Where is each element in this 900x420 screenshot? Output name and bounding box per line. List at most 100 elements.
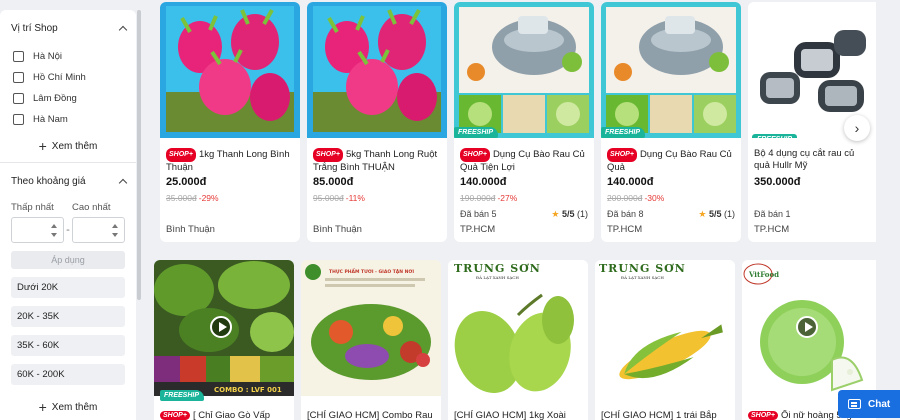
brand-tagline: ĐÀ LẠT XANH SẠCH <box>475 275 519 280</box>
sidebar-scrollbar[interactable] <box>137 10 141 300</box>
location-option-label: Hà Nội <box>33 51 63 62</box>
chevron-up-icon[interactable] <box>118 178 128 187</box>
shop-plus-badge: SHOP+ <box>607 148 637 162</box>
shop-plus-badge: SHOP+ <box>160 411 190 420</box>
product-image[interactable]: VitFood <box>742 260 876 396</box>
product-image[interactable]: TRUNG SƠN ĐÀ LẠT XANH SẠCH <box>595 260 735 396</box>
product-title[interactable]: SHOP+ Dụng Cụ Bào Rau Củ Quả <box>607 148 735 172</box>
brand-name: TRUNG SƠN <box>599 262 686 275</box>
product-image[interactable] <box>160 2 300 138</box>
location-more-button[interactable]: + Xem thêm <box>0 130 136 162</box>
product-old-price: 200.000đ -30% <box>607 193 664 203</box>
product-location: TP.HCM <box>754 224 790 235</box>
original-price: 95.000đ <box>313 193 344 203</box>
original-price: 190.000đ <box>460 193 496 203</box>
location-filter-header[interactable]: Vị trí Shop <box>0 10 136 46</box>
carousel-next-button[interactable]: › <box>844 115 870 141</box>
product-card[interactable]: FREESHIP SHOP+ Dụng Cụ Bào Rau Củ Quả 140… <box>601 2 741 242</box>
product-image[interactable]: COMBO : LVF 001 <box>154 260 294 396</box>
location-option-label: Lâm Đồng <box>33 93 77 104</box>
location-option-label: Hà Nam <box>33 114 68 125</box>
location-more-label: Xem thêm <box>51 140 98 152</box>
price-range-chip[interactable]: 60K - 200K <box>11 364 125 385</box>
shop-plus-badge: SHOP+ <box>313 148 343 162</box>
rating-value: 5/5 <box>708 209 722 219</box>
plus-icon: + <box>38 399 47 415</box>
brand-tagline: ĐÀ LẠT XANH SẠCH <box>620 275 664 280</box>
product-location: Bình Thuận <box>313 224 362 235</box>
product-title[interactable]: SHOP+ 5kg Thanh Long Ruột Trắng Bình THUẬ… <box>313 148 441 172</box>
product-image[interactable] <box>307 2 447 138</box>
play-video-icon[interactable] <box>796 316 818 338</box>
play-video-icon[interactable] <box>210 316 232 338</box>
brand-logo: TRUNG SƠN ĐÀ LẠT XANH SẠCH <box>599 262 686 280</box>
product-old-price: 35.000đ -29% <box>166 193 219 203</box>
product-rating: ★ 5/5 (1) <box>698 209 735 220</box>
location-option-lam-dong[interactable]: Lâm Đồng <box>0 88 136 109</box>
product-image[interactable]: FREESHIP <box>454 2 594 138</box>
product-image[interactable]: TRUNG SƠN ĐÀ LẠT XANH SẠCH <box>448 260 588 396</box>
price-range-chip[interactable]: 20K - 35K <box>11 306 125 327</box>
product-card[interactable]: COMBO : LVF 001 FREESHIP SHOP+[ Chỉ Giao… <box>154 260 294 420</box>
original-price: 35.000đ <box>166 193 197 203</box>
product-title[interactable]: Bộ 4 dụng cụ cắt rau củ quả Hullr Mỹ <box>754 148 870 172</box>
product-old-price: 95.000đ -11% <box>313 193 365 203</box>
price-more-button[interactable]: + Xem thêm <box>0 391 136 420</box>
product-title[interactable]: SHOP+[ Chỉ Giao Gò Vấp <box>160 410 290 420</box>
location-option-ha-nam[interactable]: Hà Nam <box>0 109 136 130</box>
price-range-inputs: - <box>0 217 136 243</box>
product-card[interactable]: TRUNG SƠN ĐÀ LẠT XANH SẠCH [CHỈ GIAO HCM]… <box>595 260 735 420</box>
price-range-chip[interactable]: Dưới 20K <box>11 277 125 298</box>
shop-plus-badge: SHOP+ <box>166 148 196 162</box>
checkbox[interactable] <box>13 93 24 104</box>
location-option-ha-noi[interactable]: Hà Nội <box>0 46 136 67</box>
product-image[interactable]: THỰC PHẨM TƯƠI - GIAO TẬN NƠI <box>301 260 441 396</box>
price-range-chip[interactable]: 35K - 60K <box>11 335 125 356</box>
shop-plus-badge: SHOP+ <box>748 411 778 420</box>
sold-count: Đã bán 5 <box>460 209 497 219</box>
checkbox[interactable] <box>13 72 24 83</box>
product-card[interactable]: TRUNG SƠN ĐÀ LẠT XANH SẠCH [CHỈ GIAO HCM]… <box>448 260 588 420</box>
spinner-icon[interactable] <box>112 224 118 237</box>
original-price: 200.000đ <box>607 193 643 203</box>
product-title[interactable]: [CHỈ GIAO HCM] Combo Rau <box>307 410 437 420</box>
product-card[interactable]: FREESHIP SHOP+ Dụng Cụ Bào Rau Củ Quả Tiệ… <box>454 2 594 242</box>
product-title[interactable]: SHOP+ 1kg Thanh Long Bình Thuận <box>166 148 294 172</box>
product-rating: ★ 5/5 (1) <box>551 209 588 220</box>
star-icon: ★ <box>698 209 707 219</box>
product-price: 140.000đ <box>607 176 654 188</box>
product-card[interactable]: SHOP+ 5kg Thanh Long Ruột Trắng Bình THUẬ… <box>307 2 447 242</box>
chevron-up-icon[interactable] <box>118 25 128 34</box>
product-title[interactable]: [CHỈ GIAO HCM] 1kg Xoài <box>454 410 584 420</box>
location-option-ho-chi-minh[interactable]: Hồ Chí Minh <box>0 67 136 88</box>
price-filter-header[interactable]: Theo khoảng giá <box>0 163 136 199</box>
max-price-label: Cao nhất <box>72 201 111 213</box>
product-card[interactable]: THỰC PHẨM TƯƠI - GIAO TẬN NƠI [CHỈ GIAO … <box>301 260 441 420</box>
rating-count: (1) <box>724 209 735 219</box>
price-filter-title: Theo khoảng giá <box>11 175 86 187</box>
brand-logo: TRUNG SƠN ĐÀ LẠT XANH SẠCH <box>454 262 541 280</box>
discount-percent: -30% <box>644 193 665 203</box>
min-price-input[interactable] <box>11 217 64 243</box>
product-title[interactable]: SHOP+ Dụng Cụ Bào Rau Củ Quả Tiện Lợi <box>460 148 588 172</box>
shop-plus-badge: SHOP+ <box>460 148 490 162</box>
max-price-input[interactable] <box>72 217 125 243</box>
product-location: TP.HCM <box>460 224 496 235</box>
product-price: 140.000đ <box>460 176 507 188</box>
chat-icon <box>848 399 861 409</box>
checkbox[interactable] <box>13 51 24 62</box>
star-icon: ★ <box>551 209 560 219</box>
checkbox[interactable] <box>13 114 24 125</box>
chevron-right-icon: › <box>854 120 860 136</box>
product-card[interactable]: SHOP+ 1kg Thanh Long Bình Thuận 25.000đ 3… <box>160 2 300 242</box>
apply-price-button[interactable]: Áp dụng <box>11 251 125 269</box>
product-title[interactable]: [CHỈ GIAO HCM] 1 trái Bắp <box>601 410 731 420</box>
sold-count: Đã bán 1 <box>754 209 791 219</box>
product-price: 350.000đ <box>754 176 801 188</box>
price-range-labels: Thấp nhất Cao nhất <box>0 199 136 215</box>
brand-name: TRUNG SƠN <box>454 262 541 275</box>
chat-button[interactable]: Chat <box>838 390 900 418</box>
spinner-icon[interactable] <box>51 224 57 237</box>
brand-name: VitFood <box>748 270 779 279</box>
product-image[interactable]: FREESHIP <box>601 2 741 138</box>
